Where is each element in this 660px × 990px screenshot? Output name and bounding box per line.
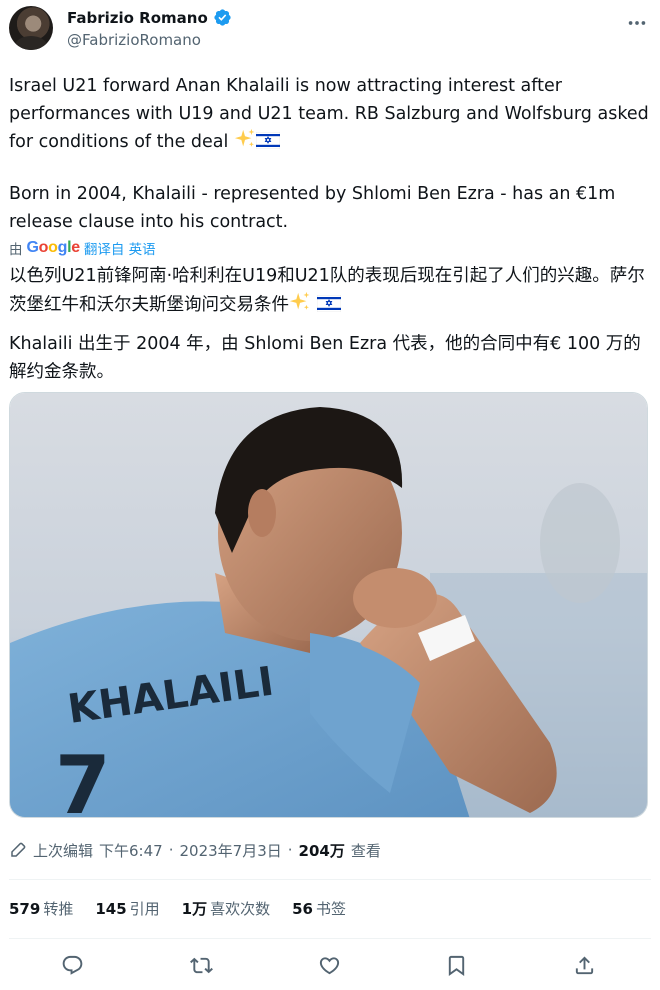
translation-attribution: 由 Google 翻译自 英语 — [9, 238, 156, 258]
retweets-count: 579 — [9, 900, 41, 918]
author-name-row[interactable]: Fabrizio Romano — [67, 8, 232, 27]
retweet-button[interactable] — [186, 950, 216, 980]
bookmarks-label: 书签 — [315, 900, 346, 918]
tweet-date[interactable]: 2023年7月3日 — [179, 840, 281, 861]
views-label: 查看 — [350, 841, 381, 860]
meta-separator: · — [168, 841, 174, 859]
sparkles-icon — [289, 291, 310, 310]
share-button[interactable] — [569, 950, 599, 980]
divider — [9, 938, 651, 939]
tweet-header: Fabrizio Romano @FabrizioRomano — [0, 0, 660, 60]
views-count: 204万 — [298, 841, 345, 860]
verified-badge-icon — [214, 9, 231, 26]
translated-paragraph-2: Khalaili 出生于 2004 年，由 Shlomi Ben Ezra 代表… — [9, 334, 641, 382]
more-horizontal-icon[interactable] — [626, 12, 648, 37]
like-button[interactable] — [314, 950, 344, 980]
likes-count: 1万 — [181, 900, 208, 918]
meta-separator-2: · — [287, 841, 293, 859]
israel-flag-icon — [255, 132, 280, 149]
divider — [9, 879, 651, 880]
edit-pencil-icon — [11, 842, 26, 857]
translated-from-link[interactable]: 翻译自 英语 — [84, 238, 156, 258]
tweet-meta: 上次编辑 下午6:47 · 2023年7月3日 · 204万 查看 — [9, 838, 381, 862]
likes-stat[interactable]: 1万 喜欢次数 — [182, 898, 270, 919]
translated-by-label: 由 — [9, 242, 23, 258]
tweet-photo[interactable]: KHALAILI 7 — [9, 392, 648, 818]
author-handle[interactable]: @FabrizioRomano — [67, 31, 201, 49]
quotes-label: 引用 — [129, 900, 160, 918]
retweet-icon — [189, 957, 213, 973]
reply-button[interactable] — [57, 950, 87, 980]
bookmarks-stat[interactable]: 56 书签 — [292, 898, 346, 919]
retweets-stat[interactable]: 579 转推 — [9, 898, 73, 919]
tweet-text-1: Israel U21 forward Anan Khalaili is now … — [9, 76, 655, 152]
tweet-time[interactable]: 下午6:47 — [99, 840, 163, 861]
edited-label[interactable]: 上次编辑 — [33, 840, 93, 861]
bookmark-button[interactable] — [441, 950, 471, 980]
bookmark-icon — [448, 955, 464, 976]
action-bar — [0, 950, 660, 980]
tweet-paragraph-1: Israel U21 forward Anan Khalaili is now … — [9, 73, 649, 157]
jersey-number: 7 — [55, 739, 111, 818]
bookmarks-count: 56 — [292, 900, 313, 918]
retweets-label: 转推 — [43, 900, 74, 918]
avatar[interactable] — [9, 6, 53, 50]
reply-icon — [62, 955, 82, 975]
likes-label: 喜欢次数 — [210, 900, 271, 918]
share-icon — [575, 955, 593, 974]
author-name[interactable]: Fabrizio Romano — [67, 9, 208, 27]
google-logo: Google — [26, 239, 81, 256]
israel-flag-icon — [316, 294, 341, 312]
sparkles-icon — [234, 128, 255, 147]
translated-paragraph-1: 以色列U21前锋阿南·哈利利在U19和U21队的表现后现在引起了人们的兴趣。萨尔… — [9, 263, 645, 319]
more-dots-icon — [628, 21, 646, 25]
like-icon — [319, 956, 339, 974]
quotes-count: 145 — [95, 900, 127, 918]
player-photo-illustration: KHALAILI 7 — [10, 393, 647, 818]
tweet-paragraph-2: Born in 2004, Khalaili - represented by … — [9, 184, 616, 232]
quotes-stat[interactable]: 145 引用 — [95, 898, 159, 919]
engagement-stats: 579 转推 145 引用 1万 喜欢次数 56 书签 — [9, 898, 346, 919]
